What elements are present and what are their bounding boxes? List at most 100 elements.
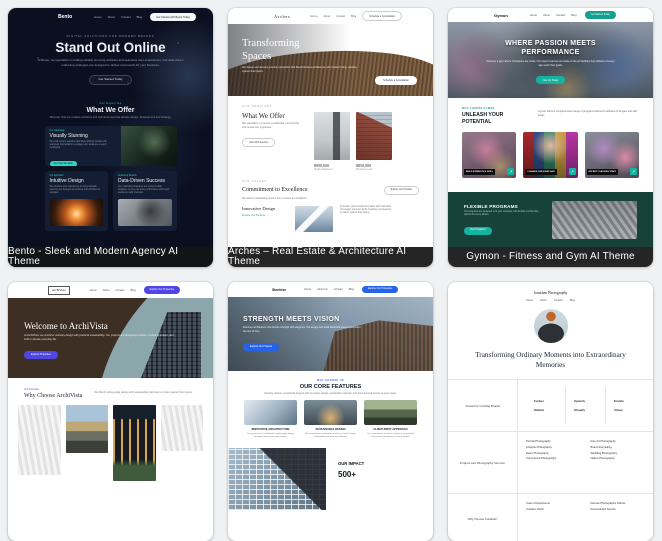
nav-item: Blog — [351, 15, 356, 18]
feature-title: Innovative Design — [242, 206, 288, 211]
gallery-photo — [18, 405, 61, 475]
arrow-icon: ↗ — [630, 168, 637, 175]
card-title: Data-Driven Success — [118, 178, 172, 184]
hero-title-line2: PERFORMANCE — [448, 48, 653, 57]
archivista-preview: ArchiVista Home About Contact Blog Explo… — [8, 282, 213, 541]
feature-card: Delivering Results Data-Driven Success O… — [113, 171, 177, 230]
feature-text: Innovative Design Explore Our Process → — [242, 206, 288, 217]
services-column: Fine Art Photography Brand Storytelling … — [591, 439, 646, 462]
card-body: Our commitment to clients ensures person… — [364, 433, 417, 440]
gymon-programs-section: FLEXIBLE PROGRAMS Our programs are desig… — [448, 192, 653, 247]
card-body: Our projects are crafted with cutting-ed… — [244, 433, 297, 440]
brand-logo: Envato — [614, 399, 645, 403]
hero-title: Welcome to ArchiVista — [24, 321, 174, 331]
brand-column: Envato Vimeo — [605, 387, 645, 424]
gymon-header-cta-button: Get Started Today — [585, 11, 616, 19]
theme-caption: Arches – Real Estate & Architecture AI T… — [228, 247, 433, 267]
card-eyebrow: Delivering Results — [118, 175, 172, 177]
services-row: What We Offer We specialize in premium r… — [242, 112, 419, 171]
card-eyebrow: Our Advantage — [50, 130, 116, 132]
excellence-heading-row: Commitment to Excellence Explore Our Por… — [242, 186, 419, 195]
hero-cta-button: Join Us Today — [536, 76, 566, 84]
bento-preview: Bento Home About Contact Blog Get Starte… — [8, 8, 213, 267]
steelrise-impact-section: OUR IMPACT 500+ — [228, 448, 433, 510]
steelrise-header-cta-button: Explore Our Properties — [362, 286, 398, 294]
card-title: Intuitive Design — [50, 178, 104, 184]
section-body: We specialize in premium residential, co… — [242, 122, 304, 130]
gymon-nav: Home About Contact Blog — [530, 14, 577, 17]
why-item: Personalized Service — [591, 507, 646, 513]
theme-card-jonathan[interactable]: Jonathan Photography Home About Contact … — [448, 282, 653, 541]
hero-title-line1: WHERE PASSION MEETS — [448, 39, 653, 48]
hero-title: Stand Out Online — [8, 40, 213, 55]
card-title: CLIENT-FIRST APPROACH — [364, 428, 417, 431]
card-label: EXPERT COACHING STAFF — [587, 169, 618, 175]
theme-caption: Bento - Sleek and Modern Agency AI Theme — [8, 247, 213, 267]
section-subtitle: We deliver outstanding service from conc… — [242, 197, 419, 200]
jonathan-nav: Home About Contact Blog — [448, 299, 653, 302]
story-heading: WHY CHOOSE GYMON UNLEASH YOUR POTENTIAL — [462, 107, 528, 125]
arrow-icon: ↗ — [569, 168, 576, 175]
nav-item: Contact — [554, 299, 563, 302]
jonathan-info-table: Trusted by Leading Brands Forbes GitHub … — [448, 379, 653, 541]
hero-cta-button: Get Started Today — [89, 75, 131, 86]
hero-eyebrow: DIGITAL SOLUTIONS FOR MODERN BRANDS — [8, 34, 213, 38]
theme-card-arches[interactable]: Arches Home About Contact Blog Schedule … — [228, 8, 433, 267]
why-item: Creative Vision — [526, 507, 581, 513]
gallery-photo — [66, 405, 109, 453]
feature-card: CLIENT-FIRST APPROACH Our commitment to … — [364, 400, 417, 439]
feature-card-text: Our Advantage Visually Stunning We craft… — [45, 126, 121, 166]
nav-item: Blog — [349, 288, 354, 291]
listing-price: $900,000 — [314, 163, 350, 168]
gymon-hero: WHERE PASSION MEETS PERFORMANCE Discover… — [448, 22, 653, 98]
theme-card-gymon[interactable]: Gymon Home About Contact Blog Get Starte… — [448, 8, 653, 267]
bento-header: Bento Home About Contact Blog Get Starte… — [8, 8, 213, 21]
hero-text: STRENGTH MEETS VISION Discover architect… — [243, 316, 361, 352]
bento-logo: Bento — [58, 14, 72, 20]
hero-cta-button: Explore Properties — [24, 351, 58, 359]
arches-services-section: OUR SERVICES What We Offer We specialize… — [228, 96, 433, 171]
archivista-hero: Welcome to ArchiVista At ArchiVista, we … — [8, 298, 213, 378]
impact-text: OUR IMPACT 500+ — [338, 448, 364, 510]
card-photo — [121, 126, 177, 166]
section-title: Why Choose ArchiVista — [24, 393, 82, 399]
jonathan-preview: Jonathan Photography Home About Contact … — [448, 282, 653, 541]
hero-text: Transforming Spaces We design and develo… — [242, 38, 362, 74]
nav-item: About — [108, 15, 115, 19]
service-item: Commercial Photography — [526, 456, 581, 462]
bento-card-row: Our Approach Intuitive Design We priorit… — [45, 171, 177, 230]
section-cta-button: Explore Our Portfolio — [384, 186, 419, 195]
section-title: What We Offer — [242, 112, 304, 120]
nav-item: About — [323, 15, 330, 18]
theme-card-bento[interactable]: Bento Home About Contact Blog Get Starte… — [8, 8, 213, 267]
section-cta-button: View All Properties — [242, 138, 275, 147]
section-eyebrow: OUR SERVICES — [242, 105, 419, 108]
gymon-story-section: WHY CHOOSE GYMON UNLEASH YOUR POTENTIAL … — [448, 98, 653, 132]
feature-row: Innovative Design Explore Our Process → … — [242, 206, 419, 232]
listing: $850,000 Brickstone Lofts — [356, 112, 392, 171]
gymon-header: Gymon Home About Contact Blog Get Starte… — [448, 8, 653, 22]
hero-title: Transforming Spaces — [242, 38, 362, 63]
hero-body: At Bento, we specialize in crafting visu… — [35, 58, 187, 67]
gymon-logo: Gymon — [494, 13, 508, 18]
nav-item: Contact — [116, 289, 125, 292]
nav-item: Home — [304, 288, 311, 291]
why-column: Years of Experience Creative Vision — [526, 501, 581, 512]
row-label: Trusted by Leading Brands — [448, 380, 518, 431]
archivista-header: ArchiVista Home About Contact Blog Explo… — [8, 282, 213, 298]
nav-item: Home — [90, 289, 97, 292]
section-cta-button: View Programs — [464, 227, 492, 235]
section-title: FLEXIBLE PROGRAMS — [464, 204, 542, 209]
archivista-logo: ArchiVista — [48, 286, 70, 295]
arches-logo: Arches — [274, 14, 290, 19]
nav-item: About — [543, 14, 550, 17]
theme-card-steelrise[interactable]: Steelrise Home About Us Contact Blog Exp… — [228, 282, 433, 541]
theme-card-archivista[interactable]: ArchiVista Home About Contact Blog Explo… — [8, 282, 213, 541]
brand-logo: Upwork — [574, 399, 605, 403]
listing-photo — [356, 112, 392, 160]
listing-price: $850,000 — [356, 163, 392, 168]
section-eyebrow: OUR VALUES — [242, 180, 419, 183]
arches-header-cta-button: Schedule a Consultation — [362, 11, 402, 21]
steelrise-preview: Steelrise Home About Us Contact Blog Exp… — [228, 282, 433, 541]
nav-item: Blog — [137, 15, 143, 19]
